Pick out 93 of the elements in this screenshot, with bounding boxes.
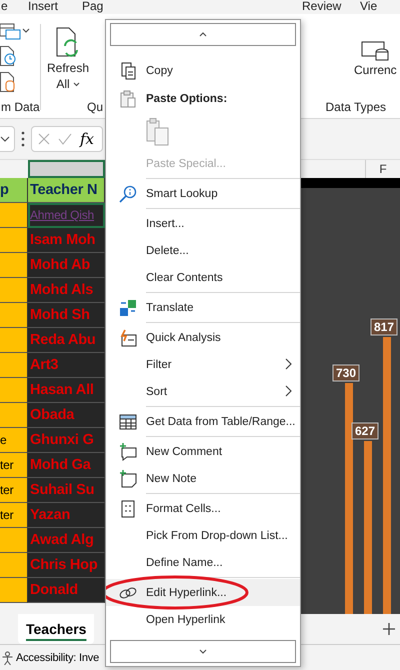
table-cell: Obada <box>28 403 105 428</box>
table-cell: Mohd Als <box>28 278 105 303</box>
menu-item[interactable]: Open Hyperlink <box>106 606 300 633</box>
table-cell: Mohd Ab <box>28 253 105 278</box>
table-cell: Ghunxi G <box>28 428 105 453</box>
table-cell <box>0 353 28 378</box>
refresh-all-button[interactable]: Refresh All <box>45 26 92 92</box>
caret-icon <box>0 135 10 143</box>
formula-field[interactable]: fx <box>31 126 103 152</box>
table-cell: Isam Moh <box>28 228 105 253</box>
table-cell <box>0 203 28 228</box>
table-cell: Mohd Ga <box>28 453 105 478</box>
menu-item[interactable]: New Note <box>106 465 300 492</box>
caret-icon <box>72 82 80 86</box>
column-header[interactable] <box>28 160 105 178</box>
caret-icon[interactable] <box>22 28 30 34</box>
table-cell <box>0 578 28 603</box>
menu-item[interactable]: Copy <box>106 57 300 84</box>
menu-item[interactable]: Get Data from Table/Range... <box>106 408 300 435</box>
table-cell: Awad Alg <box>28 528 105 553</box>
close-icon[interactable] <box>38 133 50 145</box>
menu-item[interactable]: Filter <box>106 351 300 378</box>
table-cell <box>0 328 28 353</box>
table-cell: Hasan All <box>28 378 105 403</box>
table-cell <box>0 253 28 278</box>
table-cell: Suhail Su <box>28 478 105 503</box>
table-cell <box>0 278 28 303</box>
menu-heading: Paste Options: <box>146 93 228 105</box>
check-icon[interactable] <box>58 133 72 145</box>
translate-icon <box>119 298 137 316</box>
currency-icon <box>360 40 390 62</box>
table-header: Teacher N <box>28 178 105 203</box>
table-cell <box>0 228 28 253</box>
menu-item[interactable]: Sort <box>106 378 300 405</box>
table-cell: ter <box>0 503 28 528</box>
table-cell <box>0 303 28 328</box>
menu-item[interactable]: New Comment <box>106 438 300 465</box>
table-cell: Chris Hop <box>28 553 105 578</box>
table-cell: Art3 <box>28 353 105 378</box>
menu-item[interactable]: Quick Analysis <box>106 324 300 351</box>
ribbon-tab[interactable]: Vie <box>360 0 378 13</box>
data-label: 730 <box>332 364 360 382</box>
table-icon <box>119 412 137 430</box>
table-cell <box>0 378 28 403</box>
status-text[interactable]: Accessibility: Inve <box>16 652 100 664</box>
ribbon-tab[interactable]: Insert <box>28 0 58 13</box>
add-icon[interactable] <box>382 622 396 636</box>
menu-item[interactable]: Clear Contents <box>106 264 300 291</box>
quick-analysis-icon <box>119 328 137 346</box>
chevron-right-icon <box>285 385 292 397</box>
ribbon-tab[interactable]: e <box>1 0 8 13</box>
menu-item[interactable]: Pick From Drop-down List... <box>106 522 300 549</box>
table-cell: Yazan <box>28 503 105 528</box>
data-label: 817 <box>370 318 398 336</box>
table-cell: ter <box>0 453 28 478</box>
copy-icon <box>119 62 137 80</box>
ribbon-tab[interactable]: Pag <box>82 0 104 13</box>
menu-item[interactable]: Insert... <box>106 210 300 237</box>
scroll-down-button[interactable] <box>110 640 296 663</box>
menu-item[interactable]: Delete... <box>106 237 300 264</box>
ribbon-tab[interactable]: Review <box>302 0 342 13</box>
accessibility-icon <box>1 651 14 665</box>
scroll-up-button[interactable] <box>110 23 296 46</box>
menu-item[interactable]: Define Name... <box>106 549 300 576</box>
format-cells-icon <box>119 500 137 518</box>
comment-icon <box>119 442 137 460</box>
data-label: 627 <box>352 422 378 440</box>
currency-button[interactable]: Currenc <box>354 40 397 78</box>
more-icon[interactable] <box>21 131 25 147</box>
table-cell: Reda Abu <box>28 328 105 353</box>
menu-item[interactable]: Format Cells... <box>106 495 300 522</box>
paste-icon[interactable] <box>146 118 170 146</box>
clipboard-icon <box>119 90 137 108</box>
search-info-icon <box>119 184 137 202</box>
menu-item[interactable]: Smart Lookup <box>106 180 300 207</box>
menu-item[interactable]: Translate <box>106 294 300 321</box>
group-label: Data Types <box>326 100 386 114</box>
sheet-tab[interactable]: Teachers <box>18 614 94 644</box>
hyperlink-cell: Ahmed Qish <box>28 203 105 228</box>
table-cell: e <box>0 428 28 453</box>
table-cell: Mohd Sh <box>28 303 105 328</box>
caret-up-icon <box>199 32 207 37</box>
name-box[interactable] <box>0 126 15 152</box>
caret-down-icon <box>199 649 207 654</box>
note-icon <box>119 470 137 488</box>
table-header: p <box>0 178 28 203</box>
chevron-right-icon <box>285 358 292 370</box>
table-cell <box>0 553 28 578</box>
group-label: Qu <box>87 100 104 114</box>
table-cell <box>0 403 28 428</box>
table-cell: ter <box>0 478 28 503</box>
table-cell <box>0 528 28 553</box>
table-cell: Donald <box>28 578 105 603</box>
